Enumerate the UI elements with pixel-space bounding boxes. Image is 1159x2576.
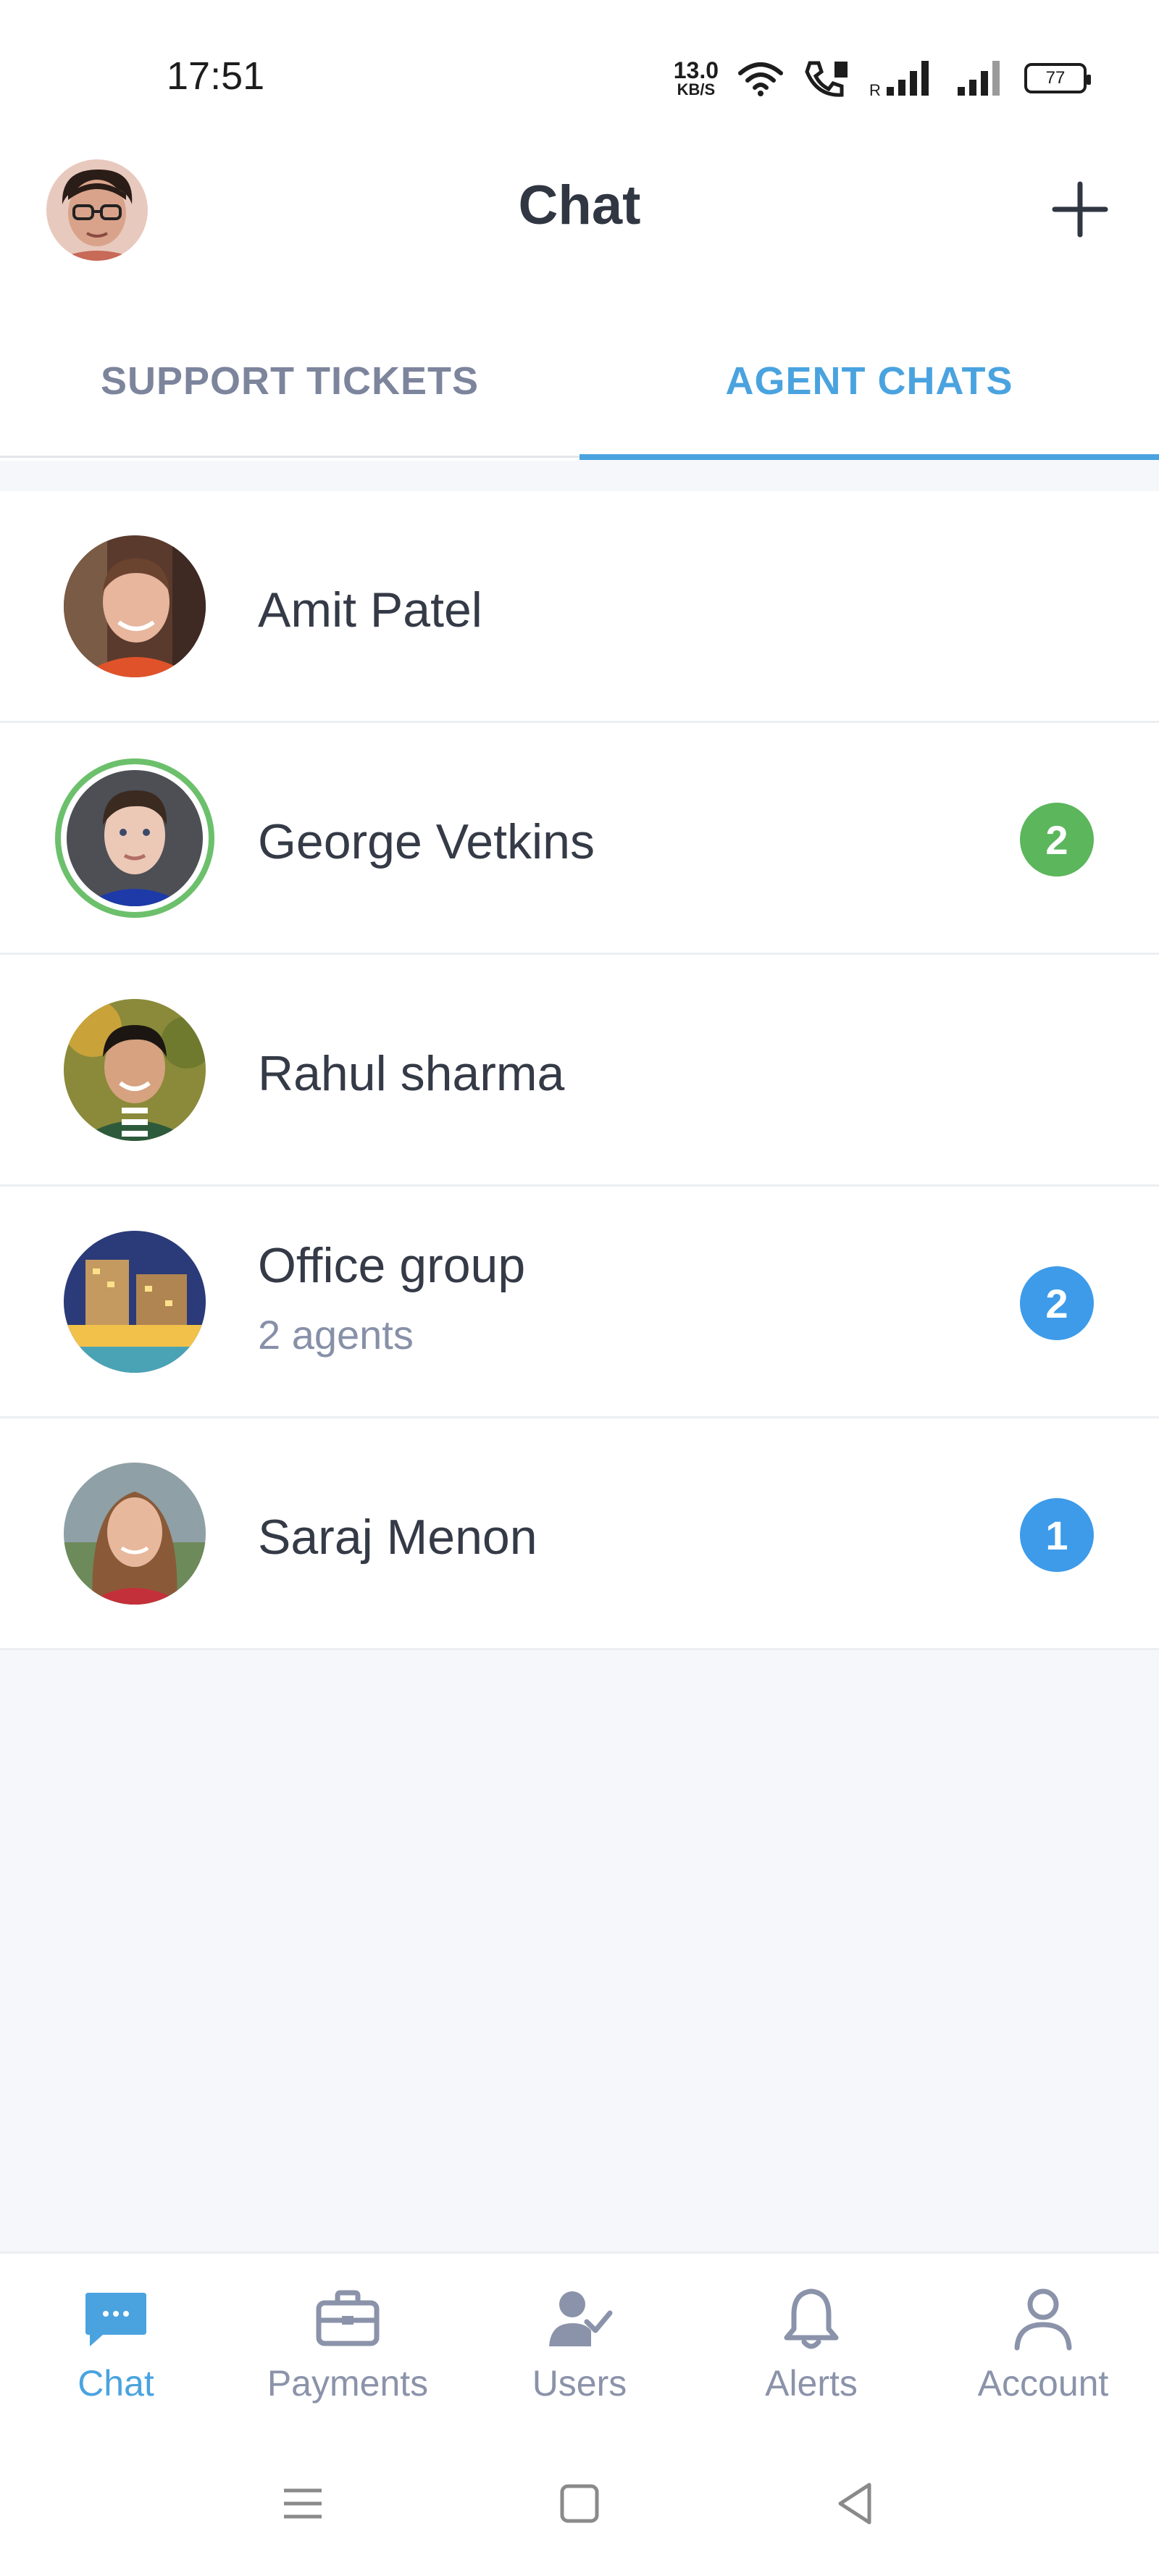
volte-call-icon: [805, 61, 848, 97]
agent-chat-list: Amit Patel George Vetkins 2 Rahul sharma…: [0, 491, 1159, 1650]
avatar-online: [55, 758, 214, 918]
chat-screen: 17:51 13.0 KB/S R 77 Chat SUPPORT TICKET…: [0, 0, 1159, 2576]
bottom-navigation: Chat Payments Users Alerts Account: [0, 2251, 1159, 2431]
nav-payments[interactable]: Payments: [232, 2254, 464, 2433]
status-bar: 17:51 13.0 KB/S R 77: [0, 0, 1159, 145]
empty-list-area: [0, 1650, 1159, 2251]
chat-item-rahul-sharma[interactable]: Rahul sharma: [0, 955, 1159, 1187]
network-speed-unit: KB/S: [677, 80, 716, 99]
unread-badge: 2: [1020, 1266, 1094, 1340]
avatar: [64, 999, 206, 1141]
chat-item-amit-patel[interactable]: Amit Patel: [0, 491, 1159, 723]
chat-name: George Vetkins: [258, 814, 595, 869]
battery-icon: 77: [1024, 63, 1091, 93]
tab-agent-chats[interactable]: AGENT CHATS: [580, 304, 1159, 460]
app-header: Chat: [0, 145, 1159, 275]
unread-badge: 1: [1020, 1498, 1094, 1572]
tab-support-tickets[interactable]: SUPPORT TICKETS: [0, 304, 580, 458]
nav-alerts[interactable]: Alerts: [695, 2254, 927, 2433]
svg-text:R: R: [869, 81, 881, 97]
chat-name: Office group: [258, 1238, 526, 1293]
chat-name: Rahul sharma: [258, 1046, 565, 1101]
nav-chat[interactable]: Chat: [0, 2254, 232, 2433]
chat-subtitle: 2 agents: [258, 1312, 414, 1358]
chat-item-saraj-menon[interactable]: Saraj Menon 1: [0, 1418, 1159, 1650]
user-check-icon: [549, 2291, 613, 2346]
status-time: 17:51: [167, 54, 265, 98]
bell-icon: [784, 2288, 839, 2349]
signal-sim2-icon: [958, 61, 1000, 96]
nav-label: Account: [977, 2363, 1109, 2404]
chat-tabs: SUPPORT TICKETS AGENT CHATS: [0, 304, 1159, 460]
avatar: [64, 535, 206, 677]
system-navigation: [0, 2431, 1159, 2576]
chat-item-office-group[interactable]: Office group 2 agents 2: [0, 1187, 1159, 1418]
nav-label: Payments: [267, 2363, 429, 2404]
group-avatar: [64, 1231, 206, 1373]
status-icons: 13.0 KB/S R 77: [674, 57, 1091, 100]
network-speed: 13.0 KB/S: [674, 59, 719, 98]
nav-label: Alerts: [765, 2363, 858, 2404]
unread-badge: 2: [1020, 803, 1094, 877]
briefcase-icon: [316, 2290, 380, 2346]
chat-item-george-vetkins[interactable]: George Vetkins 2: [0, 723, 1159, 955]
home-icon[interactable]: [551, 2475, 608, 2533]
network-speed-value: 13.0: [673, 57, 719, 83]
chat-name: Amit Patel: [258, 582, 482, 637]
person-icon: [1014, 2288, 1072, 2351]
avatar: [64, 1463, 206, 1605]
add-chat-button[interactable]: [1049, 178, 1111, 241]
nav-label: Chat: [78, 2363, 154, 2404]
page-title: Chat: [518, 175, 641, 236]
chat-bubble-icon: [85, 2293, 146, 2346]
chat-name: Saraj Menon: [258, 1510, 537, 1565]
list-top-gap: [0, 461, 1159, 491]
signal-sim1-icon: R: [869, 61, 929, 97]
back-icon[interactable]: [827, 2475, 885, 2533]
plus-icon: [1052, 181, 1108, 238]
wifi-icon: [738, 62, 783, 96]
menu-icon[interactable]: [274, 2475, 332, 2533]
nav-users[interactable]: Users: [464, 2254, 695, 2433]
nav-label: Users: [532, 2363, 627, 2404]
nav-account[interactable]: Account: [927, 2254, 1159, 2433]
